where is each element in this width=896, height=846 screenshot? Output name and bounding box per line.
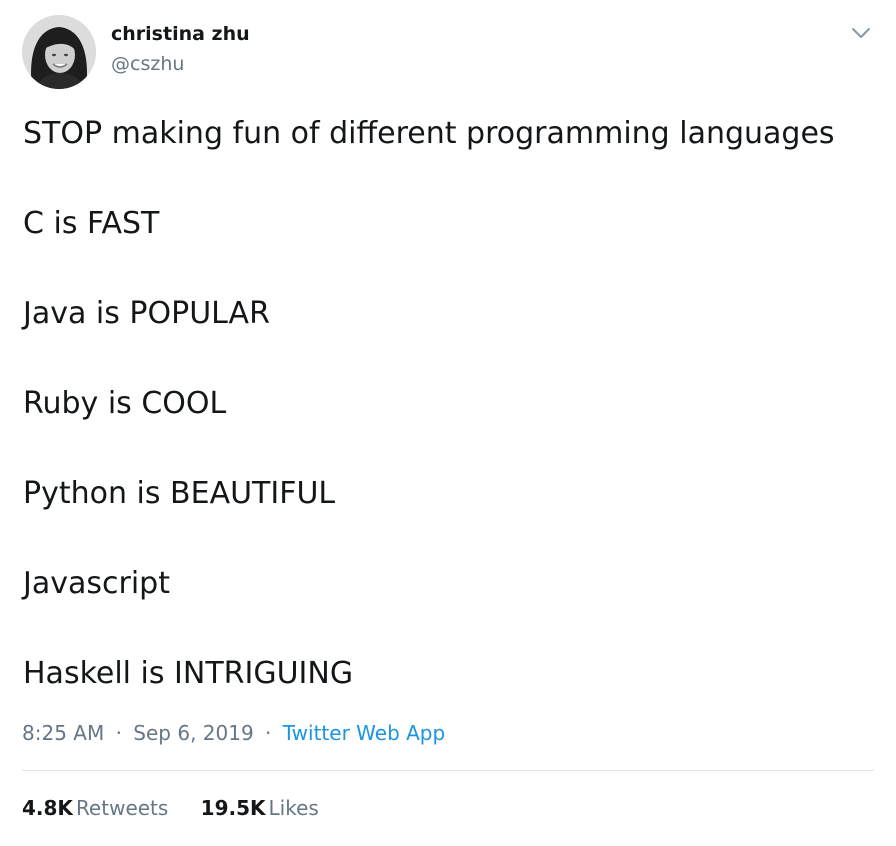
user-handle[interactable]: @cszhu <box>111 53 184 75</box>
avatar-photo <box>22 15 96 89</box>
likes-label: Likes <box>268 796 319 820</box>
likes-count: 19.5K <box>200 796 266 820</box>
tweet-line-python: Python is BEAUTIFUL <box>23 476 336 511</box>
divider <box>22 770 874 771</box>
tweet-date[interactable]: Sep 6, 2019 <box>133 721 253 745</box>
tweet-metadata: 8:25 AM · Sep 6, 2019 · Twitter Web App <box>22 721 445 745</box>
tweet-line-java: Java is POPULAR <box>23 296 270 331</box>
tweet-line-ruby: Ruby is COOL <box>23 386 227 421</box>
retweets-stat[interactable]: 4.8K Retweets <box>22 796 168 820</box>
retweets-count: 4.8K <box>22 796 73 820</box>
tweet-line-c: C is FAST <box>23 206 160 241</box>
tweet-card: christina zhu @cszhu STOP making fun of … <box>0 0 896 846</box>
chevron-down-icon[interactable] <box>850 24 872 42</box>
likes-stat[interactable]: 19.5K Likes <box>201 796 319 820</box>
tweet-source-link[interactable]: Twitter Web App <box>283 721 445 745</box>
tweet-time[interactable]: 8:25 AM <box>22 721 104 745</box>
meta-separator: · <box>265 721 272 745</box>
avatar[interactable] <box>22 15 96 89</box>
tweet-line-headline: STOP making fun of different programming… <box>23 116 835 151</box>
meta-separator: · <box>115 721 122 745</box>
retweets-label: Retweets <box>75 796 169 820</box>
tweet-line-haskell: Haskell is INTRIGUING <box>23 656 354 691</box>
tweet-stats: 4.8K Retweets 19.5K Likes <box>22 796 345 820</box>
display-name[interactable]: christina zhu <box>111 23 250 45</box>
tweet-line-javascript: Javascript <box>23 566 170 601</box>
tweet-text: STOP making fun of different programming… <box>23 116 883 746</box>
